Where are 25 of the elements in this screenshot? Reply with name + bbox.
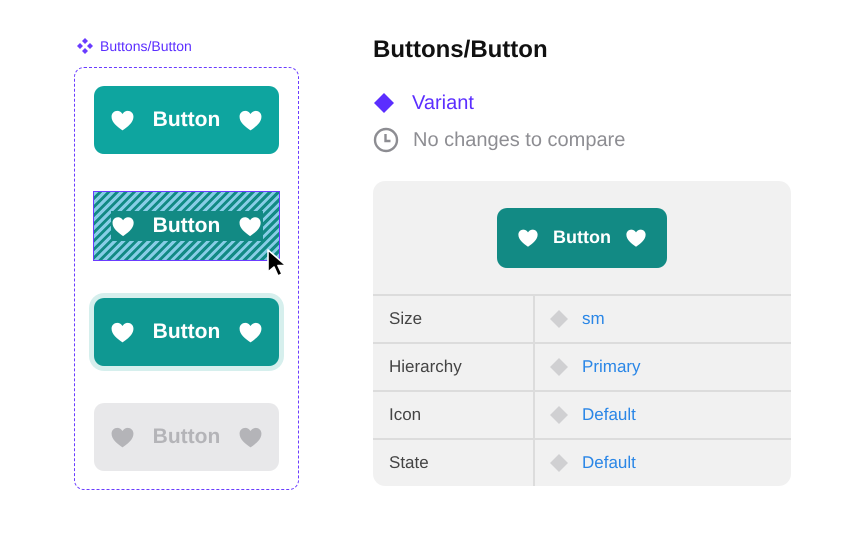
component-set-icon (76, 37, 94, 55)
property-value[interactable]: Primary (582, 357, 641, 377)
diamond-icon (549, 453, 569, 473)
property-name: State (373, 440, 535, 486)
panel-title: Buttons/Button (373, 36, 549, 64)
diamond-icon (549, 309, 569, 329)
property-name: Hierarchy (373, 344, 535, 390)
button[interactable]: Button (94, 86, 279, 154)
property-name: Icon (373, 392, 535, 438)
diamond-icon (373, 92, 395, 114)
heart-icon (517, 226, 539, 248)
property-value[interactable]: sm (582, 309, 605, 329)
button[interactable]: Button (94, 298, 279, 366)
property-value[interactable]: Default (582, 453, 636, 473)
variant-label: Variant (412, 92, 474, 114)
diamond-icon (549, 405, 569, 425)
property-name: Size (373, 296, 535, 342)
history-note: No changes to compare (413, 128, 626, 152)
button[interactable]: Button (110, 211, 262, 241)
component-set-label: Buttons/Button (100, 38, 192, 54)
clock-icon (373, 127, 399, 153)
button[interactable]: Button (497, 208, 667, 268)
diamond-icon (549, 357, 569, 377)
heart-icon (624, 226, 647, 248)
property-value[interactable]: Default (582, 405, 636, 425)
